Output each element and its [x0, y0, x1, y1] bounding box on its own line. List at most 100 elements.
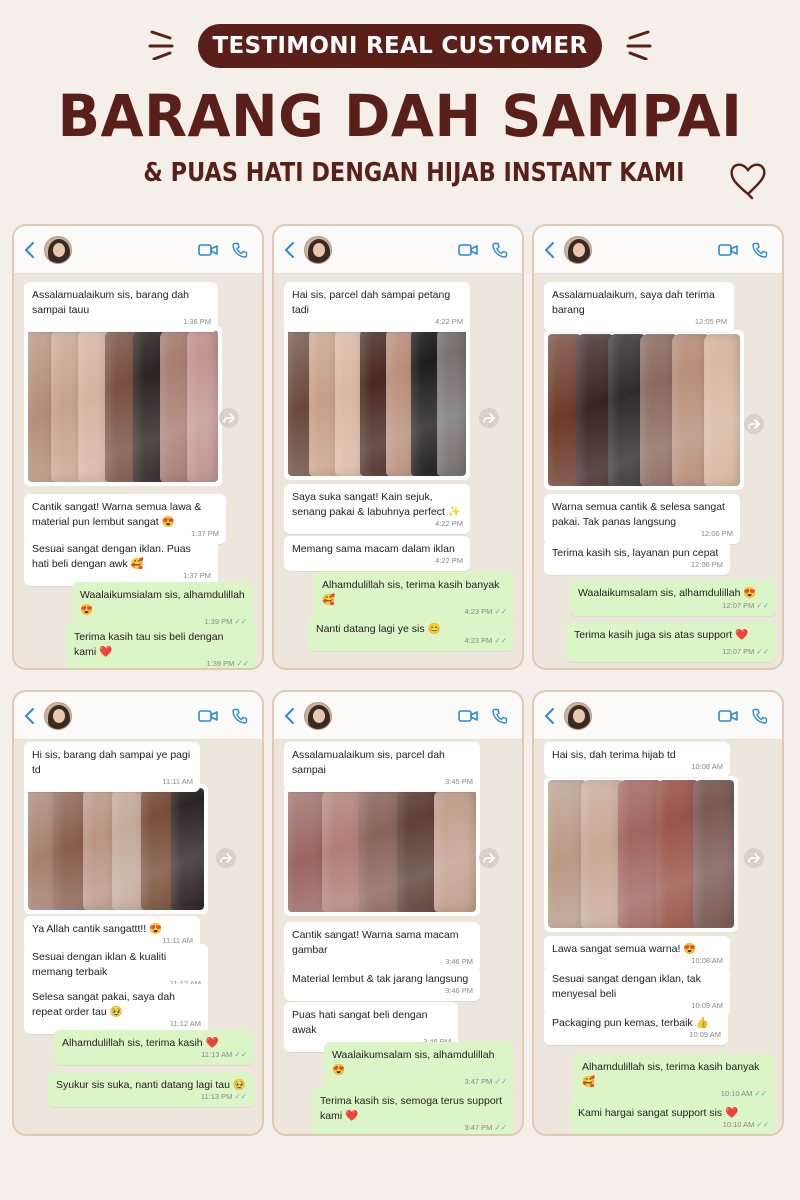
back-arrow-icon[interactable]	[282, 240, 298, 260]
incoming-message[interactable]: Memang sama macam dalam iklan 4:22 PM	[284, 536, 470, 571]
message-timestamp: 4:22 PM	[435, 519, 463, 528]
video-call-icon[interactable]	[718, 243, 738, 257]
contact-info	[340, 715, 458, 717]
message-time: 10:10 AM ✓✓	[723, 1117, 769, 1132]
voice-call-icon[interactable]	[752, 242, 768, 258]
message-time: 4:22 PM	[435, 314, 463, 329]
outgoing-message[interactable]: Alhamdulillah sis, terima kasih ❤️ 11:13 …	[54, 1030, 254, 1065]
voice-call-icon[interactable]	[232, 708, 248, 724]
back-arrow-icon[interactable]	[282, 706, 298, 726]
video-call-icon[interactable]	[458, 709, 478, 723]
back-arrow-icon[interactable]	[542, 706, 558, 726]
message-time: 3:45 PM	[445, 774, 473, 789]
outgoing-message[interactable]: Terima kasih sis, semoga terus support k…	[312, 1088, 514, 1134]
page-subtitle: & PUAS HATI DENGAN HIJAB INSTANT KAMI	[143, 158, 685, 188]
avatar[interactable]	[304, 701, 332, 730]
avatar[interactable]	[44, 235, 72, 264]
incoming-message[interactable]: Saya suka sangat! Kain sejuk, senang pak…	[284, 484, 470, 534]
header-pill: TESTIMONI REAL CUSTOMER	[198, 24, 602, 68]
incoming-message[interactable]: Hai sis, parcel dah sampai petang tadi 4:…	[284, 282, 470, 332]
incoming-message[interactable]: Assalamualaikum, saya dah terima barang 1…	[544, 282, 734, 332]
video-call-icon[interactable]	[458, 243, 478, 257]
product-photo[interactable]	[284, 786, 480, 916]
message-timestamp: 12:07 PM	[722, 601, 755, 610]
outgoing-message[interactable]: Waalaikumsalam sis, alhamdulillah 😍 12:07…	[570, 580, 776, 616]
outgoing-message[interactable]: Nanti datang lagi ye sis 😊 4:23 PM ✓✓	[308, 616, 514, 651]
plastic-sheen	[28, 330, 218, 482]
incoming-message[interactable]: Material lembut & tak jarang langsung 3:4…	[284, 966, 480, 1001]
message-timestamp: 3:46 PM	[445, 957, 473, 966]
read-receipt-icon: ✓✓	[754, 1089, 767, 1098]
incoming-message[interactable]: Assalamualaikum sis, parcel dah sampai 3:…	[284, 742, 480, 792]
product-photo[interactable]	[24, 326, 222, 486]
message-timestamp: 11:12 AM	[169, 1019, 201, 1028]
forward-button[interactable]	[744, 848, 764, 868]
forward-button[interactable]	[479, 408, 499, 428]
message-timestamp: 3:47 PM	[464, 1123, 493, 1132]
forward-button[interactable]	[219, 408, 239, 428]
incoming-message[interactable]: Assalamualaikum sis, barang dah sampai t…	[24, 282, 218, 332]
message-timestamp: 11:11 AM	[162, 777, 193, 786]
video-call-icon[interactable]	[198, 709, 218, 723]
avatar[interactable]	[564, 235, 592, 264]
message-time: 3:47 PM ✓✓	[464, 1074, 507, 1089]
contact-info	[80, 715, 198, 717]
avatar[interactable]	[304, 235, 332, 264]
outgoing-message[interactable]: Syukur sis suka, nanti datang lagi tau 🥹…	[48, 1072, 254, 1107]
message-timestamp: 1:37 PM	[183, 571, 211, 580]
call-actions	[718, 242, 768, 258]
video-call-icon[interactable]	[198, 243, 218, 257]
voice-call-icon[interactable]	[492, 242, 508, 258]
message-timestamp: 10:08 AM	[691, 956, 723, 965]
read-receipt-icon: ✓✓	[494, 607, 507, 616]
chat-header	[14, 226, 262, 274]
avatar[interactable]	[44, 701, 72, 730]
outgoing-message[interactable]: Waalaikumsalam sis, alhamdulillah 😍 3:47 …	[324, 1042, 514, 1092]
outgoing-message[interactable]: Alhamdulillah sis, terima kasih banyak 🥰…	[574, 1054, 774, 1104]
product-photo[interactable]	[284, 324, 470, 480]
voice-call-icon[interactable]	[492, 708, 508, 724]
voice-call-icon[interactable]	[752, 708, 768, 724]
message-time: 12:06 PM	[691, 557, 723, 572]
incoming-message[interactable]: Packaging pun kemas, terbaik 👍 10:09 AM	[544, 1010, 728, 1045]
message-timestamp: 11:13 AM	[201, 1050, 233, 1059]
outgoing-message[interactable]: Alhamdulillah sis, terima kasih banyak 🥰…	[314, 572, 514, 622]
call-actions	[458, 708, 508, 724]
message-timestamp: 10:10 AM	[722, 1120, 755, 1129]
message-time: 11:13 AM ✓✓	[201, 1047, 247, 1062]
product-photo[interactable]	[24, 784, 208, 914]
product-photo[interactable]	[544, 330, 744, 490]
plastic-sheen	[28, 788, 204, 910]
incoming-message[interactable]: Cantik sangat! Warna sama macam gambar 3:…	[284, 922, 480, 972]
incoming-message[interactable]: Sesuai sangat dengan iklan. Puas hati be…	[24, 536, 218, 586]
hijab-photo-image	[288, 790, 476, 912]
outgoing-message[interactable]: Kami hargai sangat support sis ❤️ 10:10 A…	[570, 1100, 776, 1134]
message-timestamp: 4:22 PM	[435, 317, 463, 326]
incoming-message[interactable]: Sesuai sangat dengan iklan, tak menyesal…	[544, 966, 730, 1016]
message-time: 1:37 PM	[183, 568, 211, 583]
incoming-message[interactable]: Warna semua cantik & selesa sangat pakai…	[544, 494, 740, 544]
incoming-message[interactable]: Selesa sangat pakai, saya dah repeat ord…	[24, 984, 208, 1034]
plastic-sheen	[288, 790, 476, 912]
forward-button[interactable]	[744, 414, 764, 434]
forward-button[interactable]	[479, 848, 499, 868]
read-receipt-icon: ✓✓	[236, 659, 249, 668]
chat-screenshot: Assalamualaikum sis, parcel dah sampai 3:…	[272, 690, 524, 1136]
outgoing-message[interactable]: Terima kasih juga sis atas support ❤️ 12:…	[566, 622, 776, 662]
incoming-message[interactable]: Terima kasih sis, layanan pun cepat 12:06…	[544, 540, 730, 575]
page-title: BARANG DAH SAMPAI	[57, 82, 743, 150]
incoming-message[interactable]: Hai sis, dah terima hijab td 10:08 AM	[544, 742, 730, 777]
forward-button[interactable]	[216, 848, 236, 868]
video-call-icon[interactable]	[718, 709, 738, 723]
outgoing-message[interactable]: Terima kasih tau sis beli dengan kami ❤️…	[66, 624, 256, 668]
hijab-photo-image	[28, 330, 218, 482]
back-arrow-icon[interactable]	[542, 240, 558, 260]
forward-icon	[748, 419, 760, 429]
voice-call-icon[interactable]	[232, 242, 248, 258]
read-receipt-icon: ✓✓	[756, 1120, 769, 1129]
incoming-message[interactable]: Hi sis, barang dah sampai ye pagi td 11:1…	[24, 742, 200, 792]
back-arrow-icon[interactable]	[22, 240, 38, 260]
avatar[interactable]	[564, 701, 592, 730]
back-arrow-icon[interactable]	[22, 706, 38, 726]
product-photo[interactable]	[544, 776, 738, 932]
